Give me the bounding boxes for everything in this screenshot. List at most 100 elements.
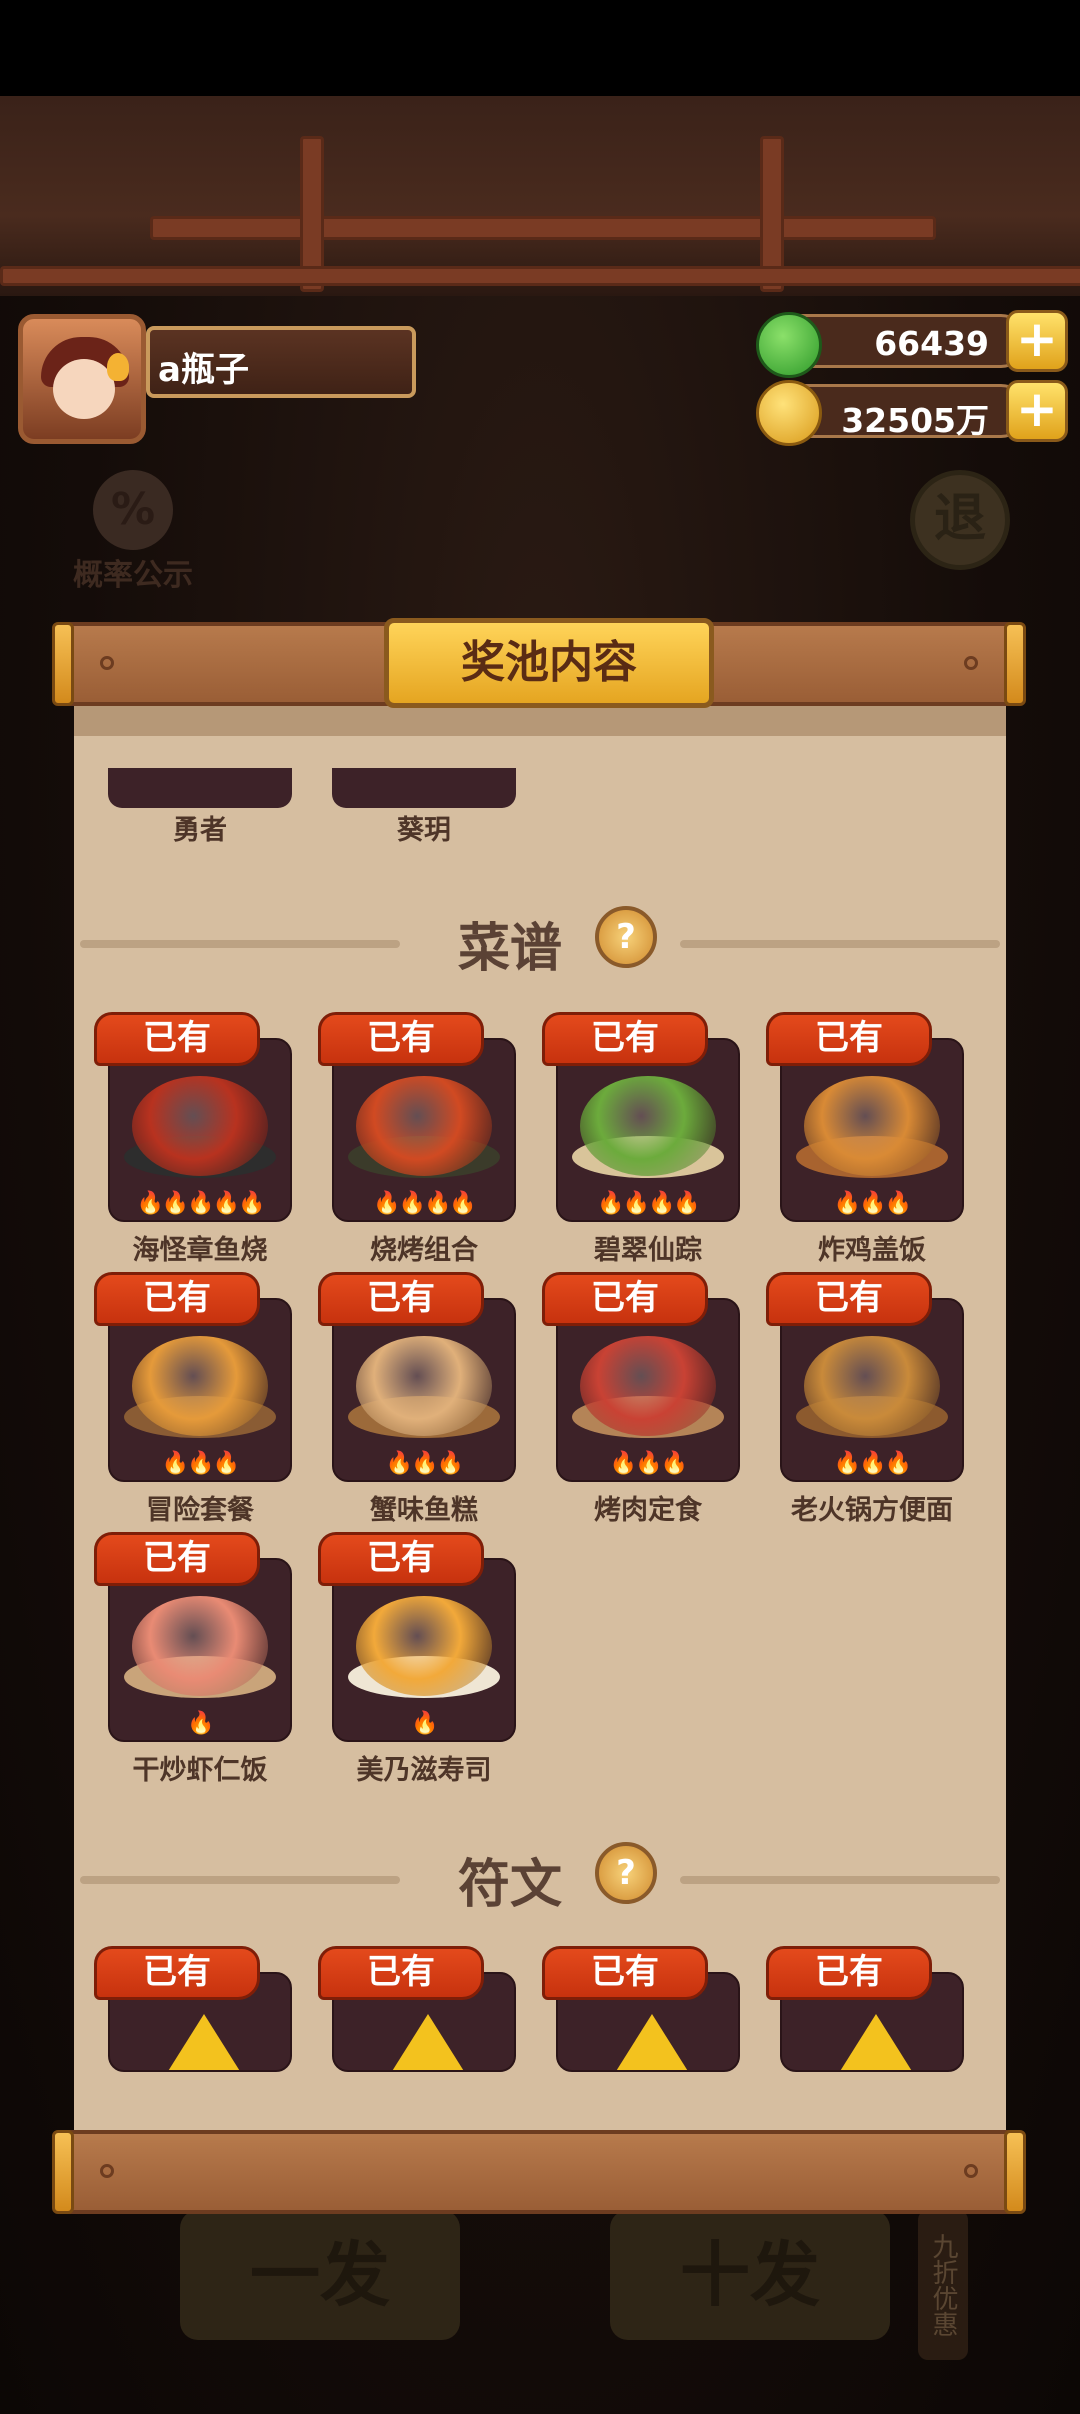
owned-tag-label: 已有 <box>815 1952 883 1992</box>
player-name: a瓶子 <box>158 350 249 390</box>
rarity-flames: 🔥🔥🔥🔥🔥 <box>136 1191 266 1216</box>
percent-gear-icon: % <box>93 470 173 550</box>
gold-coin-icon <box>756 380 822 446</box>
roof-rail <box>0 266 1080 286</box>
owned-tag-label: 已有 <box>591 1278 659 1318</box>
avatar[interactable] <box>18 314 146 444</box>
avatar-face <box>53 359 115 419</box>
owned-tag-label: 已有 <box>143 1278 211 1318</box>
owned-tag-label: 已有 <box>815 1018 883 1058</box>
add-coins-button[interactable]: + <box>1006 380 1068 442</box>
rarity-flames: 🔥 <box>187 1711 214 1736</box>
rarity-flames: 🔥🔥🔥 <box>609 1451 688 1476</box>
rod-cap <box>52 2130 74 2214</box>
exit-button[interactable]: 退 <box>910 470 1010 570</box>
discount-tag: 九折优惠 <box>918 2210 968 2360</box>
owned-tag-label: 已有 <box>143 1952 211 1992</box>
recipe-name: 冒险套餐 <box>146 1495 254 1526</box>
dish-icon <box>356 1076 492 1176</box>
owned-tag: 已有 <box>766 1012 932 1066</box>
owned-tag: 已有 <box>766 1946 932 2000</box>
draw-ten-button[interactable]: 十发 <box>610 2210 890 2340</box>
recipe-help-button[interactable]: ? <box>595 906 657 968</box>
question-icon: ? <box>616 917 636 957</box>
question-icon: ? <box>616 1853 636 1893</box>
rarity-flames: 🔥🔥🔥 <box>833 1451 912 1476</box>
recipe-name: 炸鸡盖饭 <box>818 1235 926 1266</box>
owned-tag: 已有 <box>318 1946 484 2000</box>
rarity-flames: 🔥🔥🔥 <box>385 1451 464 1476</box>
gem-value: 66439 <box>874 324 989 363</box>
dish-icon <box>356 1336 492 1436</box>
owned-tag: 已有 <box>766 1272 932 1326</box>
section-divider <box>680 1876 1000 1884</box>
section-divider <box>80 940 400 948</box>
owned-tag: 已有 <box>542 1272 708 1326</box>
rarity-flames: 🔥🔥🔥🔥 <box>373 1191 477 1216</box>
rivet <box>100 656 114 670</box>
rune-triangle-icon <box>832 2014 920 2070</box>
recipe-name: 海怪章鱼烧 <box>132 1235 268 1266</box>
owned-tag: 已有 <box>542 1012 708 1066</box>
owned-tag: 已有 <box>94 1946 260 2000</box>
owned-tag: 已有 <box>318 1012 484 1066</box>
section-divider <box>680 940 1000 948</box>
rivet <box>964 656 978 670</box>
dish-icon <box>132 1076 268 1176</box>
owned-tag: 已有 <box>318 1272 484 1326</box>
character-card-partial[interactable] <box>332 768 516 808</box>
player-name-bar: a瓶子 <box>146 326 416 398</box>
wooden-roof <box>0 96 1080 296</box>
section-divider <box>80 1876 400 1884</box>
recipe-name: 烤肉定食 <box>594 1495 702 1526</box>
owned-tag-label: 已有 <box>367 1538 435 1578</box>
add-gems-button[interactable]: + <box>1006 310 1068 372</box>
recipe-name: 烧烤组合 <box>370 1235 478 1266</box>
dish-icon <box>804 1336 940 1436</box>
plus-icon: + <box>1016 380 1058 438</box>
owned-tag: 已有 <box>318 1532 484 1586</box>
character-card-partial[interactable] <box>108 768 292 808</box>
panel-title-plate: 奖池内容 <box>384 618 714 708</box>
rune-triangle-icon <box>608 2014 696 2070</box>
plus-icon: + <box>1016 310 1058 368</box>
draw-buttons: 一发 十发 <box>180 2210 900 2350</box>
dish-icon <box>804 1076 940 1176</box>
rune-triangle-icon <box>160 2014 248 2070</box>
owned-tag: 已有 <box>542 1946 708 2000</box>
roof-beam <box>150 216 936 240</box>
rune-triangle-icon <box>384 2014 472 2070</box>
rivet <box>100 2164 114 2178</box>
status-bar <box>0 0 1080 96</box>
dish-icon <box>580 1076 716 1176</box>
panel-title: 奖池内容 <box>461 637 637 688</box>
owned-tag-label: 已有 <box>143 1538 211 1578</box>
owned-tag-label: 已有 <box>143 1018 211 1058</box>
coin-value: 32505万 <box>841 401 989 440</box>
owned-tag-label: 已有 <box>591 1018 659 1058</box>
scroll-bottom-rod <box>52 2130 1026 2214</box>
owned-tag: 已有 <box>94 1272 260 1326</box>
owned-tag-label: 已有 <box>591 1952 659 1992</box>
dish-icon <box>132 1336 268 1436</box>
rarity-flames: 🔥🔥🔥 <box>161 1451 240 1476</box>
owned-tag-label: 已有 <box>367 1952 435 1992</box>
draw-one-button[interactable]: 一发 <box>180 2210 460 2340</box>
recipe-name: 老火锅方便面 <box>791 1495 953 1526</box>
green-gem-icon <box>756 312 822 378</box>
owned-tag-label: 已有 <box>815 1278 883 1318</box>
character-name: 勇者 <box>173 815 227 846</box>
recipe-name: 蟹味鱼糕 <box>370 1495 478 1526</box>
owned-tag-label: 已有 <box>367 1018 435 1058</box>
dish-icon <box>132 1596 268 1696</box>
rarity-flames: 🔥 <box>411 1711 438 1736</box>
rune-help-button[interactable]: ? <box>595 1842 657 1904</box>
owned-tag: 已有 <box>94 1012 260 1066</box>
rarity-flames: 🔥🔥🔥 <box>833 1191 912 1216</box>
probability-button[interactable]: % 概率公示 <box>68 470 198 593</box>
dish-icon <box>356 1596 492 1696</box>
rod-cap <box>1004 2130 1026 2214</box>
recipe-name: 干炒虾仁饭 <box>132 1755 268 1786</box>
recipe-name: 美乃滋寿司 <box>356 1755 492 1786</box>
rune-section-title: 符文 <box>457 1855 562 1915</box>
